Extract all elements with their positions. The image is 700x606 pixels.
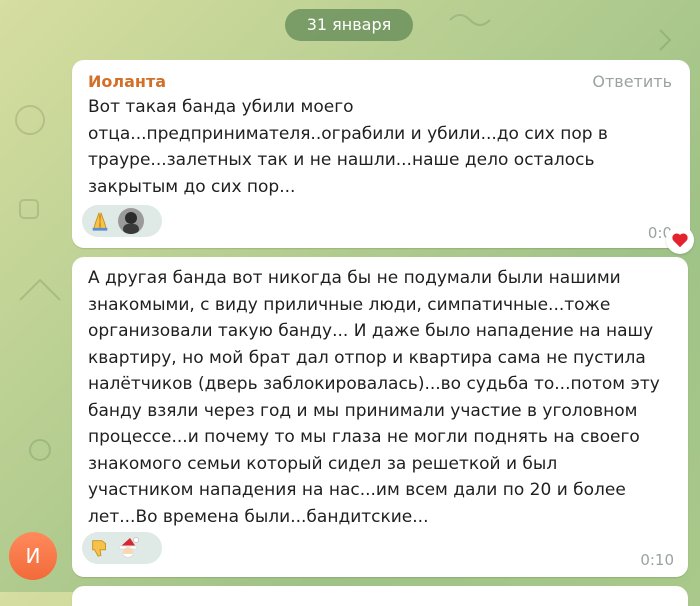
- heart-icon[interactable]: [666, 226, 694, 254]
- message-bubble-next[interactable]: [72, 586, 688, 606]
- date-separator: 31 января: [285, 9, 413, 41]
- reactions-bar[interactable]: [82, 532, 162, 564]
- reply-button[interactable]: Ответить: [592, 72, 672, 91]
- sender-name[interactable]: Иоланта: [88, 72, 166, 91]
- message-time: 0:10: [640, 551, 674, 569]
- thumbs-down-emoji-icon[interactable]: [86, 534, 114, 562]
- reactions-bar[interactable]: [82, 205, 162, 237]
- reactor-avatar[interactable]: [118, 208, 144, 234]
- santa-emoji-icon[interactable]: [114, 534, 142, 562]
- message-text: А другая банда вот никогда бы не подумал…: [88, 268, 660, 527]
- folded-hands-emoji-icon[interactable]: [86, 207, 114, 235]
- message-bubble[interactable]: А другая банда вот никогда бы не подумал…: [72, 257, 688, 577]
- message-text: Вот такая банда убили моего отца...предп…: [88, 97, 608, 197]
- message-bubble[interactable]: Иоланта Ответить Вот такая банда убили м…: [72, 60, 690, 248]
- sender-avatar[interactable]: И: [9, 532, 57, 580]
